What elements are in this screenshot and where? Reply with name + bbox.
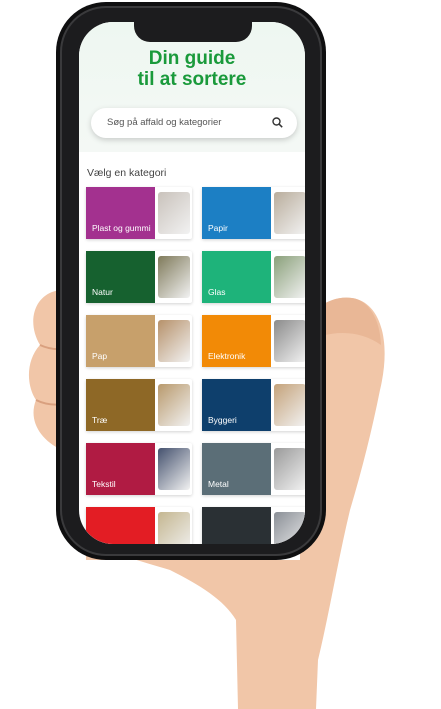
category-photo	[158, 192, 190, 234]
search-icon[interactable]	[272, 117, 283, 128]
category-card[interactable]: Natur	[86, 251, 192, 303]
category-label: Pap	[92, 351, 108, 361]
category-photo	[158, 320, 190, 362]
category-card[interactable]: Elektronik	[202, 315, 305, 367]
category-card[interactable]: Pap	[86, 315, 192, 367]
category-photo	[274, 384, 305, 426]
category-photo	[158, 448, 190, 490]
category-label: Glas	[208, 287, 226, 297]
category-label: Byggeri	[208, 415, 237, 425]
section-title: Vælg en kategori	[87, 167, 167, 179]
category-swatch	[202, 507, 271, 544]
category-label: Tekstil	[92, 479, 116, 489]
category-label: Småt	[208, 543, 268, 544]
category-card[interactable]: Tekstil	[86, 443, 192, 495]
category-photo	[274, 256, 305, 298]
title-line-1: Din guide	[148, 48, 236, 69]
category-label: Elektronik	[208, 351, 246, 361]
category-swatch	[86, 507, 155, 544]
category-photo	[274, 192, 305, 234]
page-title: Din guide til at sortere	[79, 48, 305, 90]
category-photo	[274, 320, 305, 362]
search-input[interactable]: Søg på affald og kategorier	[91, 108, 297, 138]
phone-notch	[134, 16, 252, 42]
category-card[interactable]: Plast og gummi	[86, 187, 192, 239]
category-card[interactable]: Glas	[202, 251, 305, 303]
category-photo	[274, 512, 305, 544]
category-photo	[158, 384, 190, 426]
category-photo	[158, 256, 190, 298]
category-label: Papir	[208, 223, 228, 233]
category-card[interactable]: Metal	[202, 443, 305, 495]
category-label: Plast og gummi	[92, 223, 151, 233]
category-card[interactable]	[86, 507, 192, 544]
app-screen: Din guide til at sortere Søg på affald o…	[79, 22, 305, 544]
category-photo	[158, 512, 190, 544]
category-card[interactable]: Byggeri	[202, 379, 305, 431]
category-label: Træ	[92, 415, 108, 425]
title-line-2: til at sortere	[137, 69, 247, 90]
category-card[interactable]: Småt	[202, 507, 305, 544]
search-placeholder: Søg på affald og kategorier	[107, 117, 222, 128]
category-card[interactable]: Papir	[202, 187, 305, 239]
category-card[interactable]: Træ	[86, 379, 192, 431]
category-label: Natur	[92, 287, 113, 297]
category-label: Metal	[208, 479, 229, 489]
category-photo	[274, 448, 305, 490]
